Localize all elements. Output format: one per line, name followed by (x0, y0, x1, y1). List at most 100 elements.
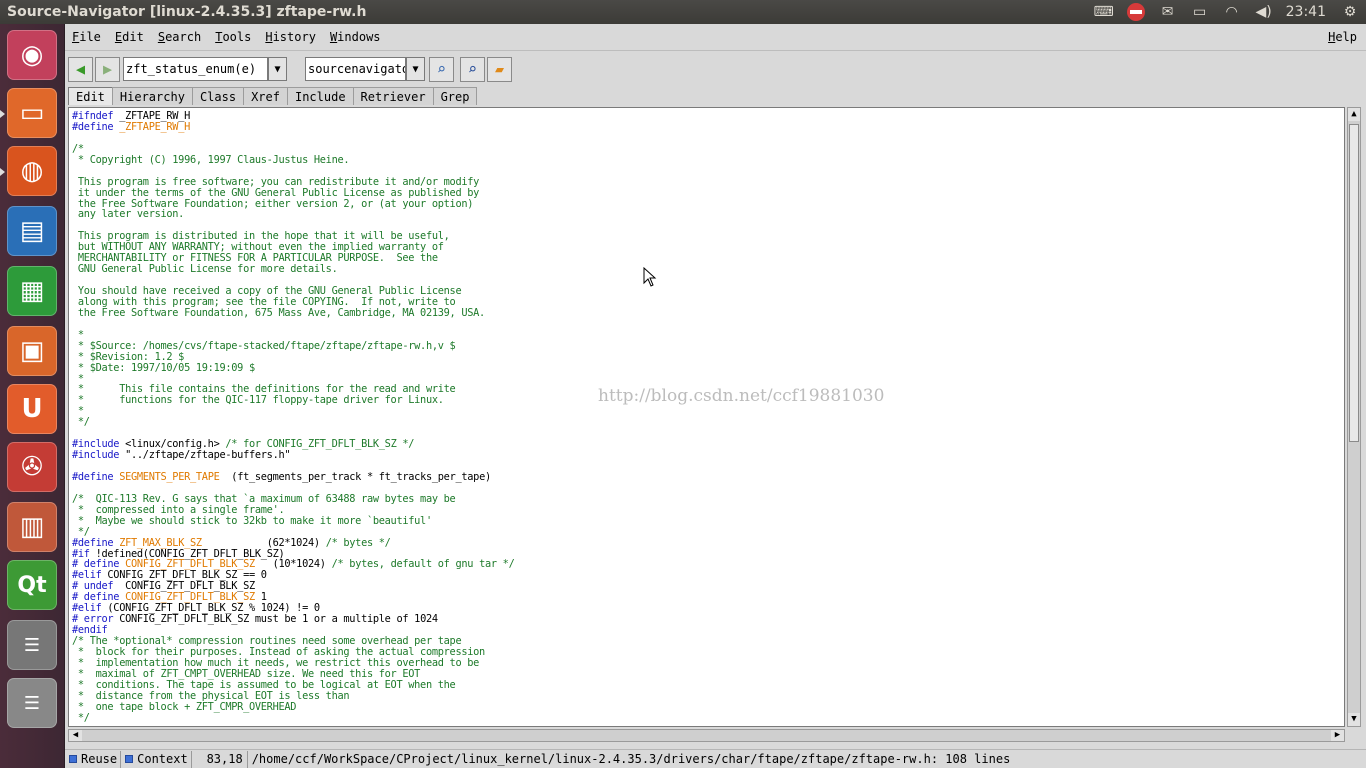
code-text[interactable]: #ifndef _ZFTAPE_RW_H #define _ZFTAPE_RW_H… (72, 111, 515, 724)
tab-edit[interactable]: Edit (68, 87, 113, 105)
ubuntu-one-icon[interactable]: U (7, 384, 57, 434)
vertical-scroll-thumb[interactable] (1349, 124, 1359, 442)
scroll-right-icon[interactable]: ▶ (1331, 730, 1344, 741)
firefox-icon[interactable]: ◍ (7, 146, 57, 196)
code-line[interactable]: #include "../zftape/zftape-buffers.h" (72, 450, 514, 461)
files-icon[interactable]: ▭ (7, 88, 57, 138)
battery-icon[interactable]: ▭ (1184, 0, 1216, 24)
keyboard-icon[interactable]: ⌨ (1088, 0, 1120, 24)
menu-windows[interactable]: Windows (323, 30, 388, 44)
code-line[interactable]: #define _ZFTAPE_RW_H (72, 120, 514, 133)
libreoffice-writer-icon[interactable]: ▤ (7, 206, 57, 256)
code-line[interactable]: any later version. (72, 209, 514, 220)
power-gear-icon[interactable]: ⚙ (1334, 0, 1366, 24)
ubuntu-dash-icon[interactable]: ◉ (7, 30, 57, 80)
watermark: http://blog.csdn.net/ccf19881030 (598, 386, 885, 406)
code-line[interactable] (72, 133, 514, 144)
toolbar: ◀ ▶ zft_status_enum(e) ▼ sourcenavigator… (65, 53, 1366, 85)
folder-icon: ▰ (494, 60, 505, 78)
tab-include[interactable]: Include (286, 87, 354, 105)
vertical-scrollbar[interactable]: ▲ ▼ (1347, 107, 1361, 727)
menu-history[interactable]: History (258, 30, 323, 44)
libreoffice-calc-icon[interactable]: ▦ (7, 266, 57, 316)
code-line[interactable]: */ (72, 712, 514, 724)
code-line[interactable]: * (72, 406, 514, 417)
workspace-stack-icon[interactable]: ☰ (7, 620, 57, 670)
find-symbol-button[interactable]: ⌕ (429, 56, 454, 82)
chevron-down-icon: ▼ (274, 63, 281, 75)
project-combo[interactable]: sourcenavigator-l (305, 57, 406, 81)
cursor-position: 83,18 (192, 750, 248, 768)
mouse-pointer-icon (643, 267, 657, 287)
tab-xref[interactable]: Xref (243, 87, 288, 105)
code-token: (ft_segments_per_track * ft_tracks_per_t… (219, 470, 491, 483)
reuse-checkbox[interactable]: Reuse (65, 750, 122, 768)
status-bar: Reuse Context 83,18 /home/ccf/WorkSpace/… (65, 749, 1366, 768)
code-line[interactable]: * one tape block + ZFT_CMPR_OVERHEAD (72, 701, 514, 713)
code-token: #define (72, 120, 120, 133)
no-entry-icon[interactable] (1120, 0, 1152, 24)
code-token: /* bytes, default of gnu tar */ (331, 558, 515, 571)
wifi-icon[interactable]: ◠ (1216, 0, 1248, 24)
volume-icon[interactable]: ◀) (1248, 0, 1280, 24)
code-line[interactable]: * Copyright (C) 1996, 1997 Claus-Justus … (72, 154, 514, 166)
mail-icon[interactable]: ✉ (1152, 0, 1184, 24)
symbol-combo[interactable]: zft_status_enum(e) (123, 57, 268, 81)
code-line[interactable]: * Maybe we should stick to 32kb to make … (72, 514, 514, 527)
code-token: CONFIG_ZFT_DFLT_BLK_SZ must be 1 or a mu… (119, 613, 438, 626)
launcher: ◉ ▭ ◍ ▤ ▦ ▣ U ✇ ▥ Qt ☰ ☰ (0, 24, 65, 768)
code-line[interactable]: # error CONFIG_ZFT_DFLT_BLK_SZ must be 1… (72, 614, 514, 625)
open-project-button[interactable]: ▰ (487, 56, 512, 82)
code-token: "../zftape/zftape-buffers.h" (125, 449, 291, 462)
code-token: /* bytes */ (325, 536, 391, 549)
symbol-combo-dropdown[interactable]: ▼ (268, 57, 287, 81)
scroll-up-icon[interactable]: ▲ (1348, 108, 1360, 121)
view-tabs: Edit Hierarchy Class Xref Include Retrie… (68, 87, 478, 105)
menu-file[interactable]: File (65, 30, 108, 44)
tab-hierarchy[interactable]: Hierarchy (111, 87, 193, 105)
trash-icon[interactable]: ☰ (7, 678, 57, 728)
project-combo-dropdown[interactable]: ▼ (406, 57, 425, 81)
horizontal-scrollbar[interactable]: ◀ ▶ (68, 729, 1345, 742)
search-button[interactable]: ⌕ (460, 56, 485, 82)
chevron-down-icon: ▼ (412, 63, 419, 75)
code-token: * functions for the QIC-117 floppy-tape … (72, 394, 444, 407)
qt-creator-icon[interactable]: Qt (7, 560, 57, 610)
libreoffice-impress-icon[interactable]: ▥ (7, 502, 57, 552)
code-line[interactable]: * $Date: 1997/10/05 19:19:09 $ (72, 361, 514, 374)
menubar: File Edit Search Tools History Windows H… (65, 24, 1366, 51)
scroll-left-icon[interactable]: ◀ (69, 730, 82, 741)
context-checkbox[interactable]: Context (121, 750, 192, 768)
software-center-icon[interactable]: ▣ (7, 326, 57, 376)
code-token: * $Date: 1997/10/05 19:19:09 $ (72, 361, 255, 374)
menu-help[interactable]: Help (1321, 30, 1366, 44)
code-line[interactable]: #define SEGMENTS_PER_TAPE (ft_segments_p… (72, 470, 514, 483)
system-settings-icon[interactable]: ✇ (7, 442, 57, 492)
code-line[interactable]: * functions for the QIC-117 floppy-tape … (72, 395, 514, 406)
code-editor[interactable]: #ifndef _ZFTAPE_RW_H #define _ZFTAPE_RW_H… (68, 107, 1345, 727)
code-token: #include (72, 449, 126, 462)
menu-edit[interactable]: Edit (108, 30, 151, 44)
tab-grep[interactable]: Grep (432, 87, 478, 105)
back-button[interactable]: ◀ (68, 56, 93, 82)
arrow-right-icon: ▶ (102, 60, 113, 78)
code-line[interactable]: the Free Software Foundation, 675 Mass A… (72, 306, 514, 319)
arrow-left-icon: ◀ (75, 60, 86, 78)
clock[interactable]: 23:41 (1280, 4, 1334, 20)
menu-tools[interactable]: Tools (208, 30, 258, 44)
code-token: */ (72, 416, 90, 429)
search-document-icon: ⌕ (436, 60, 447, 78)
system-tray: ⌨ ✉ ▭ ◠ ◀) 23:41 ⚙ (1088, 0, 1366, 24)
code-line[interactable] (72, 319, 514, 330)
code-line[interactable]: */ (72, 417, 514, 428)
code-token: * Maybe we should stick to 32kb to make … (72, 514, 432, 527)
tab-retriever[interactable]: Retriever (352, 87, 434, 105)
top-panel: Source-Navigator [linux-2.4.35.3] zftape… (0, 0, 1366, 24)
code-line[interactable]: GNU General Public License for more deta… (72, 264, 514, 275)
forward-button[interactable]: ▶ (95, 56, 120, 82)
context-label: Context (137, 752, 188, 766)
tab-class[interactable]: Class (191, 87, 245, 105)
scroll-down-icon[interactable]: ▼ (1348, 713, 1360, 726)
code-token: the Free Software Foundation, 675 Mass A… (72, 306, 485, 319)
menu-search[interactable]: Search (151, 30, 208, 44)
